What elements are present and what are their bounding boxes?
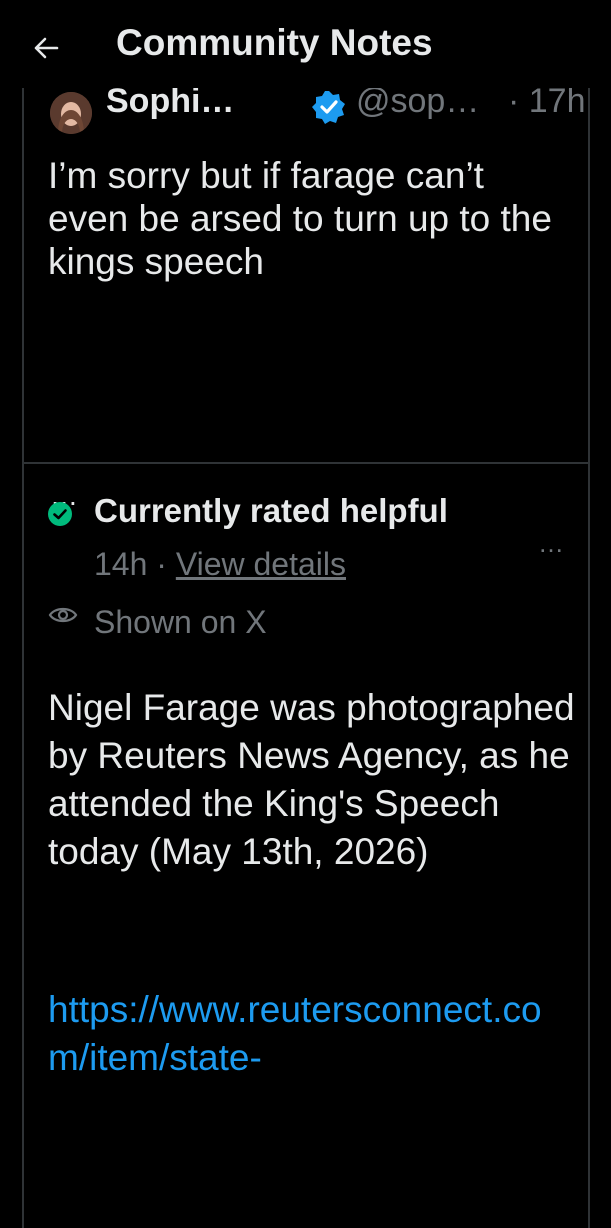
avatar-image	[50, 92, 92, 134]
divider	[24, 462, 588, 464]
note-status: Currently rated helpful	[94, 492, 448, 529]
note-age: 14h	[94, 546, 148, 582]
tweet-text: I’m sorry but if farage can’t even be ar…	[48, 155, 552, 282]
arrow-left-icon	[34, 37, 59, 59]
shown-on-x-label: Shown on X	[94, 604, 267, 640]
check-circle-icon	[48, 502, 72, 526]
note-card: Sophi… @sop… · 17h I’m sorry but if fara…	[22, 82, 590, 1228]
note-meta: 14h · View details	[94, 546, 346, 583]
meta-separator: ·	[147, 546, 176, 582]
top-bar: Community Notes	[0, 0, 611, 88]
page-title: Community Notes	[116, 22, 433, 63]
note-text: Nigel Farage was photographed by Reuters…	[48, 687, 575, 872]
back-button[interactable]	[22, 26, 70, 70]
eye-icon	[48, 607, 78, 623]
more-options-button[interactable]: …	[538, 528, 565, 559]
view-details-link[interactable]: View details	[176, 546, 346, 582]
tweet-header[interactable]: Sophi… @sop… · 17h	[50, 82, 586, 134]
verified-badge-icon	[312, 91, 345, 124]
source-link[interactable]: https://www.reutersconnect.com/item/stat…	[48, 986, 578, 1082]
avatar[interactable]	[50, 92, 92, 134]
